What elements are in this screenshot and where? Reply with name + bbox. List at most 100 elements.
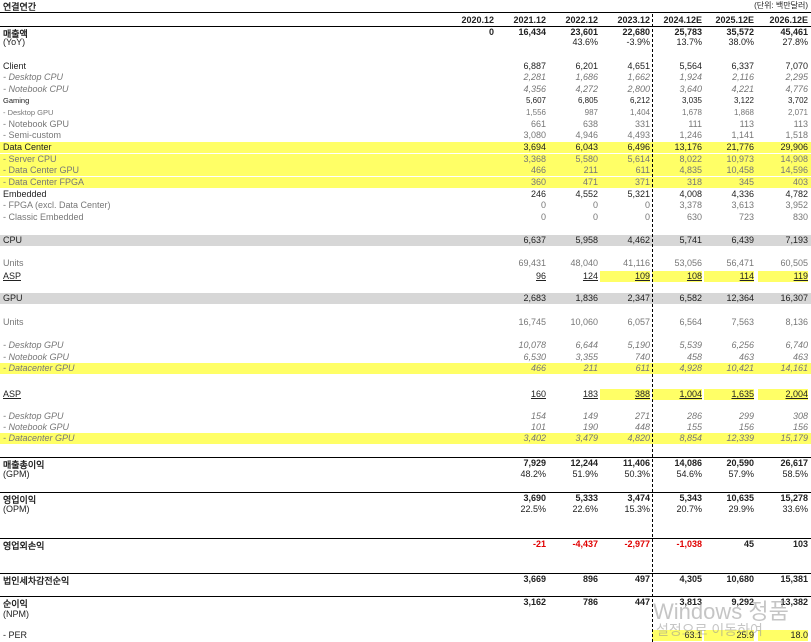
table-cell: 20.7% <box>676 504 702 514</box>
table-cell: 7,193 <box>785 235 808 245</box>
table-cell: 156 <box>792 422 808 432</box>
table-cell: 190 <box>582 422 598 432</box>
table-cell: 3,162 <box>523 597 546 607</box>
table-cell: 8,022 <box>679 154 702 164</box>
table-cell: 15,278 <box>780 493 808 503</box>
table-cell: 16,745 <box>518 317 546 327</box>
table-cell: 458 <box>686 352 702 362</box>
table-cell <box>444 61 494 72</box>
table-row-gpm: (GPM) 48.2% 51.9% 50.3% 54.6% 57.9% 58.5% <box>0 469 811 480</box>
table-row-client: Client 6,887 6,201 4,651 5,564 6,337 7,070 <box>0 61 811 72</box>
table-cell: -2,977 <box>624 539 650 549</box>
table-cell: 26,617 <box>780 458 808 468</box>
table-row-cpu-asp: ASP 96 124 109 108 114 119 <box>0 271 811 282</box>
table-cell: 1,868 <box>733 108 754 117</box>
table-cell <box>444 504 494 515</box>
table-cell: 58.5% <box>782 469 808 479</box>
table-cell: 3,355 <box>575 352 598 362</box>
table-cell <box>444 37 494 48</box>
table-cell: 11,406 <box>622 458 650 468</box>
table-cell <box>548 630 598 641</box>
table-cell: 271 <box>634 411 650 421</box>
table-row-emb-fpga: - FPGA (excl. Data Center) 0 0 0 3,378 3,613 3… <box>0 200 811 211</box>
table-cell: 3,378 <box>679 200 702 210</box>
table-cell: 69,431 <box>518 258 546 268</box>
table-cell: 14,596 <box>780 165 808 175</box>
table-row-gpu: GPU 2,683 1,836 2,347 6,582 12,364 16,307 <box>0 293 811 304</box>
row-label: - Server CPU <box>3 154 57 164</box>
table-cell: 388 <box>600 389 650 400</box>
table-cell: 371 <box>634 177 650 187</box>
table-cell: 48,040 <box>570 258 598 268</box>
table-row-gpu-units-desktop: - Desktop GPU 10,078 6,644 5,190 5,539 6,256 6… <box>0 340 811 351</box>
table-cell <box>444 574 494 585</box>
table-row-gpu-asp-dc: - Datacenter GPU 3,402 3,479 4,820 8,854 12,3… <box>0 433 811 444</box>
table-cell: 5,343 <box>679 493 702 503</box>
row-label: - Datacenter GPU <box>3 363 75 373</box>
table-cell: 14,086 <box>674 458 702 468</box>
table-cell: 246 <box>530 189 546 199</box>
table-cell: 103 <box>792 539 808 549</box>
table-cell: 14,908 <box>780 154 808 164</box>
table-cell: 22.6% <box>572 504 598 514</box>
row-label: 영업외손익 <box>3 541 45 551</box>
table-cell: 156 <box>738 422 754 432</box>
table-cell: 4,221 <box>731 84 754 94</box>
year-header-0: 2020.12 <box>461 15 494 25</box>
table-cell <box>444 411 494 422</box>
row-label: Gaming <box>3 96 30 105</box>
table-cell: 2,116 <box>732 72 754 82</box>
table-cell: 723 <box>738 212 754 222</box>
table-cell: 3,080 <box>523 130 546 140</box>
table-cell: 6,201 <box>575 61 598 71</box>
table-cell: 6,043 <box>575 142 598 152</box>
table-cell: 7,929 <box>523 458 546 468</box>
row-label: - PER <box>3 630 28 640</box>
table-cell <box>548 609 598 620</box>
table-row-cpu-units: Units 69,431 48,040 41,116 53,056 56,471 60,50… <box>0 258 811 269</box>
table-cell: 29.9% <box>728 504 754 514</box>
table-cell: 466 <box>530 363 546 373</box>
table-cell <box>496 37 546 48</box>
table-cell: 60,505 <box>780 258 808 268</box>
table-cell <box>444 363 494 374</box>
section-rule <box>0 538 811 539</box>
table-cell <box>444 142 494 153</box>
table-cell: 463 <box>738 352 754 362</box>
table-cell: 4,776 <box>785 84 808 94</box>
table-cell: 5,958 <box>575 235 598 245</box>
table-cell: -21 <box>532 539 546 549</box>
table-cell: 740 <box>634 352 650 362</box>
section-rule <box>0 492 811 493</box>
year-header-2: 2022.12 <box>565 15 598 25</box>
table-cell: 154 <box>530 411 546 421</box>
financial-table: 연결연간 (단위: 백만달러) 2020.12 2021.12 2022.12 202… <box>0 0 811 642</box>
table-cell: 149 <box>582 411 598 421</box>
table-cell: 6,212 <box>629 96 650 105</box>
year-header-4: 2024.12E <box>663 15 702 25</box>
table-row-dc-fpga: - Data Center FPGA 360 471 371 318 345 403 <box>0 177 811 188</box>
table-cell: 155 <box>686 422 702 432</box>
table-cell: 10,458 <box>726 165 754 175</box>
header-rule <box>0 12 811 13</box>
table-cell: 50.3% <box>624 469 650 479</box>
table-cell: 0 <box>592 200 598 210</box>
table-cell: 3,402 <box>523 433 546 443</box>
table-cell: 10,973 <box>726 154 754 164</box>
table-cell <box>444 130 494 141</box>
table-cell: 1,518 <box>785 130 808 140</box>
row-label: CPU <box>3 235 23 245</box>
table-cell: 5,614 <box>627 154 650 164</box>
table-cell: 0 <box>540 200 546 210</box>
table-cell: 3,694 <box>523 142 546 152</box>
table-cell: 6,564 <box>679 317 702 327</box>
table-cell: 13,176 <box>674 142 702 152</box>
table-cell: 4,928 <box>679 363 702 373</box>
row-label: - Desktop CPU <box>3 72 64 82</box>
table-cell: 6,644 <box>575 340 598 350</box>
table-row-gpu-asp: ASP 160 183 388 1,004 1,635 2,004 <box>0 389 811 400</box>
table-row-embedded: Embedded 246 4,552 5,321 4,008 4,336 4,782 <box>0 189 811 200</box>
table-cell: 6,637 <box>523 235 546 245</box>
year-header-3: 2023.12 <box>617 15 650 25</box>
table-cell: 54.6% <box>676 469 702 479</box>
